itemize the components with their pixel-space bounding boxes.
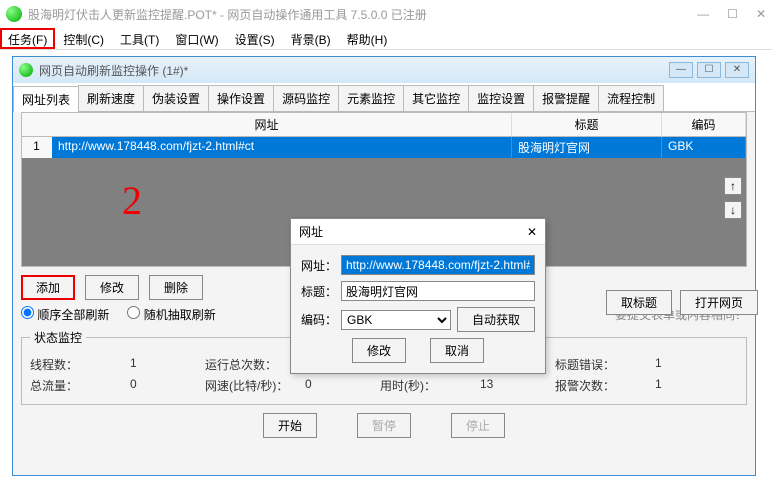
tabs: 网址列表 刷新速度 伪装设置 操作设置 源码监控 元素监控 其它监控 监控设置 … xyxy=(13,83,755,112)
auto-get-button[interactable]: 自动获取 xyxy=(457,307,535,332)
open-page-button[interactable]: 打开网页 xyxy=(680,290,758,315)
menubar: 任务(F) 控制(C) 工具(T) 窗口(W) 设置(S) 背景(B) 帮助(H… xyxy=(0,28,772,50)
dialog-body: 网址： 标题： 编码： GBK 自动获取 修改 取消 xyxy=(291,245,545,373)
tab-flow[interactable]: 流程控制 xyxy=(598,85,664,111)
title-label: 标题： xyxy=(301,283,341,300)
menu-task[interactable]: 任务(F) xyxy=(0,28,55,49)
url-dialog: 网址 ✕ 网址： 标题： 编码： GBK 自动获取 修改 取消 xyxy=(290,218,546,374)
menu-control[interactable]: 控制(C) xyxy=(55,28,112,49)
annotation-sketch: 2 xyxy=(122,177,142,224)
maximize-icon[interactable]: ☐ xyxy=(727,7,738,21)
child-min-icon[interactable]: — xyxy=(669,62,693,78)
tab-url-list[interactable]: 网址列表 xyxy=(13,86,79,112)
start-button[interactable]: 开始 xyxy=(263,413,317,438)
main-titlebar: 股海明灯伏击人更新监控提醒.POT* - 网页自动操作通用工具 7.5.0.0 … xyxy=(0,0,772,28)
delete-button[interactable]: 删除 xyxy=(149,275,203,300)
window-controls: — ☐ ✕ xyxy=(697,7,766,21)
tab-refresh-speed[interactable]: 刷新速度 xyxy=(78,85,144,111)
radio-random[interactable]: 随机抽取刷新 xyxy=(127,306,215,323)
child-close-icon[interactable]: ✕ xyxy=(725,62,749,78)
menu-tools[interactable]: 工具(T) xyxy=(112,28,167,49)
child-max-icon[interactable]: ☐ xyxy=(697,62,721,78)
th-title: 标题 xyxy=(512,113,662,136)
dialog-actions: 修改 取消 xyxy=(301,338,535,363)
tab-operation[interactable]: 操作设置 xyxy=(208,85,274,111)
child-icon xyxy=(19,63,33,77)
close-icon[interactable]: ✕ xyxy=(756,7,766,21)
url-input[interactable] xyxy=(341,255,535,275)
dialog-title-text: 网址 xyxy=(299,223,527,240)
row-index: 1 xyxy=(22,137,52,158)
row-address: http://www.178448.com/fjzt-2.html#ct xyxy=(52,137,512,158)
radio-all[interactable]: 顺序全部刷新 xyxy=(21,306,109,323)
right-buttons: 取标题 打开网页 xyxy=(606,290,758,315)
dialog-cancel-button[interactable]: 取消 xyxy=(430,338,484,363)
scroll-up-icon[interactable]: ↑ xyxy=(724,177,742,195)
url-label: 网址： xyxy=(301,257,341,274)
tab-element-monitor[interactable]: 元素监控 xyxy=(338,85,404,111)
th-address: 网址 xyxy=(22,113,512,136)
th-encoding: 编码 xyxy=(662,113,746,136)
child-controls: — ☐ ✕ xyxy=(669,62,749,78)
tab-other-monitor[interactable]: 其它监控 xyxy=(403,85,469,111)
menu-help[interactable]: 帮助(H) xyxy=(339,28,396,49)
enc-select[interactable]: GBK xyxy=(341,310,451,330)
tab-monitor-settings[interactable]: 监控设置 xyxy=(468,85,534,111)
app-title: 股海明灯伏击人更新监控提醒.POT* - 网页自动操作通用工具 7.5.0.0 … xyxy=(28,6,697,23)
table-header: 网址 标题 编码 xyxy=(21,112,747,137)
dialog-close-icon[interactable]: ✕ xyxy=(527,225,537,239)
scroll-buttons: ↑ ↓ xyxy=(724,177,742,219)
table-row[interactable]: 1 http://www.178448.com/fjzt-2.html#ct 股… xyxy=(22,137,746,158)
row-encoding: GBK xyxy=(662,137,746,158)
modify-button[interactable]: 修改 xyxy=(85,275,139,300)
tab-disguise[interactable]: 伪装设置 xyxy=(143,85,209,111)
scroll-down-icon[interactable]: ↓ xyxy=(724,201,742,219)
dialog-modify-button[interactable]: 修改 xyxy=(352,338,406,363)
tab-alarm[interactable]: 报警提醒 xyxy=(533,85,599,111)
menu-background[interactable]: 背景(B) xyxy=(283,28,339,49)
dialog-titlebar: 网址 ✕ xyxy=(291,219,545,245)
title-input[interactable] xyxy=(341,281,535,301)
tab-source-monitor[interactable]: 源码监控 xyxy=(273,85,339,111)
status-legend: 状态监控 xyxy=(30,329,86,346)
get-title-button[interactable]: 取标题 xyxy=(606,290,672,315)
row-title: 股海明灯官网 xyxy=(512,137,662,158)
add-button[interactable]: 添加 xyxy=(21,275,75,300)
pause-button[interactable]: 暂停 xyxy=(357,413,411,438)
child-titlebar: 网页自动刷新监控操作 (1#)* — ☐ ✕ xyxy=(13,57,755,83)
menu-window[interactable]: 窗口(W) xyxy=(167,28,226,49)
menu-settings[interactable]: 设置(S) xyxy=(227,28,283,49)
action-row: 开始 暂停 停止 xyxy=(21,413,747,438)
child-title: 网页自动刷新监控操作 (1#)* xyxy=(39,62,669,79)
stop-button[interactable]: 停止 xyxy=(451,413,505,438)
minimize-icon[interactable]: — xyxy=(697,7,709,21)
app-icon xyxy=(6,6,22,22)
enc-label: 编码： xyxy=(301,311,341,328)
